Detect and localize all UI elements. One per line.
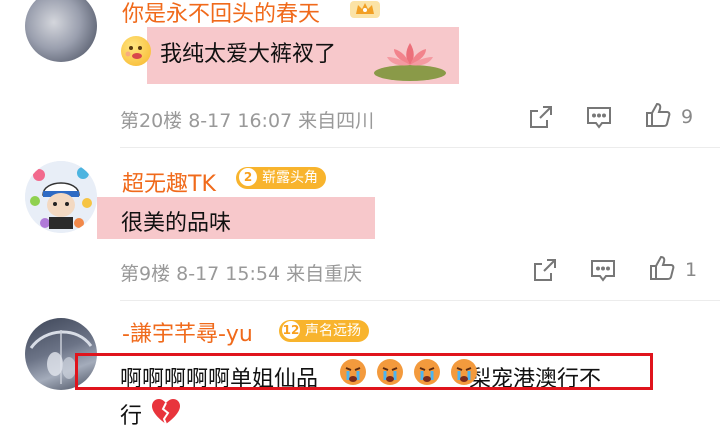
like-icon[interactable] xyxy=(644,101,672,129)
username[interactable]: -謙宇芊尋-yu xyxy=(122,316,253,348)
comment-text: 很美的品味 xyxy=(121,211,232,236)
lotus-icon xyxy=(374,43,446,81)
divider xyxy=(120,147,720,148)
comment-icon[interactable] xyxy=(589,256,617,284)
comment-meta: 第9楼 8-17 15:54 来自重庆 xyxy=(120,263,363,285)
broken-heart-icon xyxy=(152,399,180,425)
comment-icon[interactable] xyxy=(585,103,613,131)
username[interactable]: 超无趣TK xyxy=(122,166,216,198)
comment-text-continuation: 行 xyxy=(120,404,143,429)
badge-level: 2 xyxy=(239,168,257,186)
share-icon[interactable] xyxy=(531,256,559,284)
red-annotation-box xyxy=(75,353,653,390)
share-icon[interactable] xyxy=(527,103,555,131)
username[interactable]: 你是永不回头的春天 xyxy=(122,0,320,28)
badge-level: 12 xyxy=(282,321,300,339)
user-level-badge: 12 声名远扬 xyxy=(279,320,369,342)
drooling-face-emoji-icon xyxy=(121,36,151,66)
comment-item: 你是永不回头的春天 我纯太爱大裤衩了 第20楼 8-17 16:07 来自四川 … xyxy=(0,0,720,146)
comment-text: 我纯太爱大裤衩了 xyxy=(160,42,337,67)
like-count: 9 xyxy=(681,106,694,128)
badge-label: 崭露头角 xyxy=(262,170,318,186)
avatar[interactable] xyxy=(25,0,97,62)
avatar[interactable] xyxy=(25,161,97,233)
like-count: 1 xyxy=(685,259,698,281)
like-icon[interactable] xyxy=(648,254,676,282)
divider xyxy=(120,300,720,301)
comment-meta: 第20楼 8-17 16:07 来自四川 xyxy=(120,110,375,132)
user-level-badge: 2 崭露头角 xyxy=(236,167,326,189)
badge-label: 声名远扬 xyxy=(305,323,361,339)
crown-icon xyxy=(350,1,380,18)
